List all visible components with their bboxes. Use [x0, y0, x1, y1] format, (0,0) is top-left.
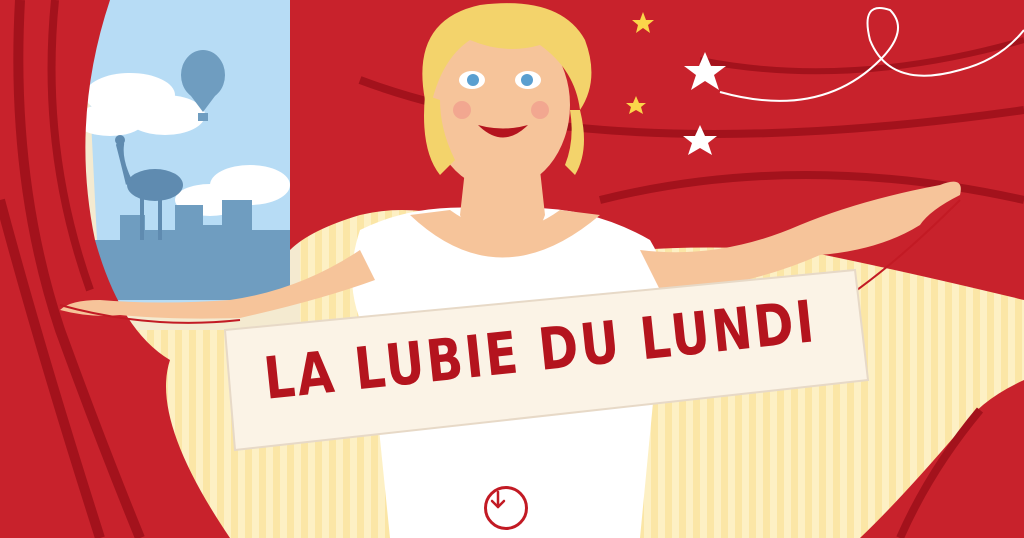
scroll-down-button[interactable] — [484, 486, 528, 530]
arrow-down-icon — [490, 490, 506, 509]
illustration-canvas — [0, 0, 1024, 538]
hero-illustration: LA LUBIE DU LUNDI — [0, 0, 1024, 538]
